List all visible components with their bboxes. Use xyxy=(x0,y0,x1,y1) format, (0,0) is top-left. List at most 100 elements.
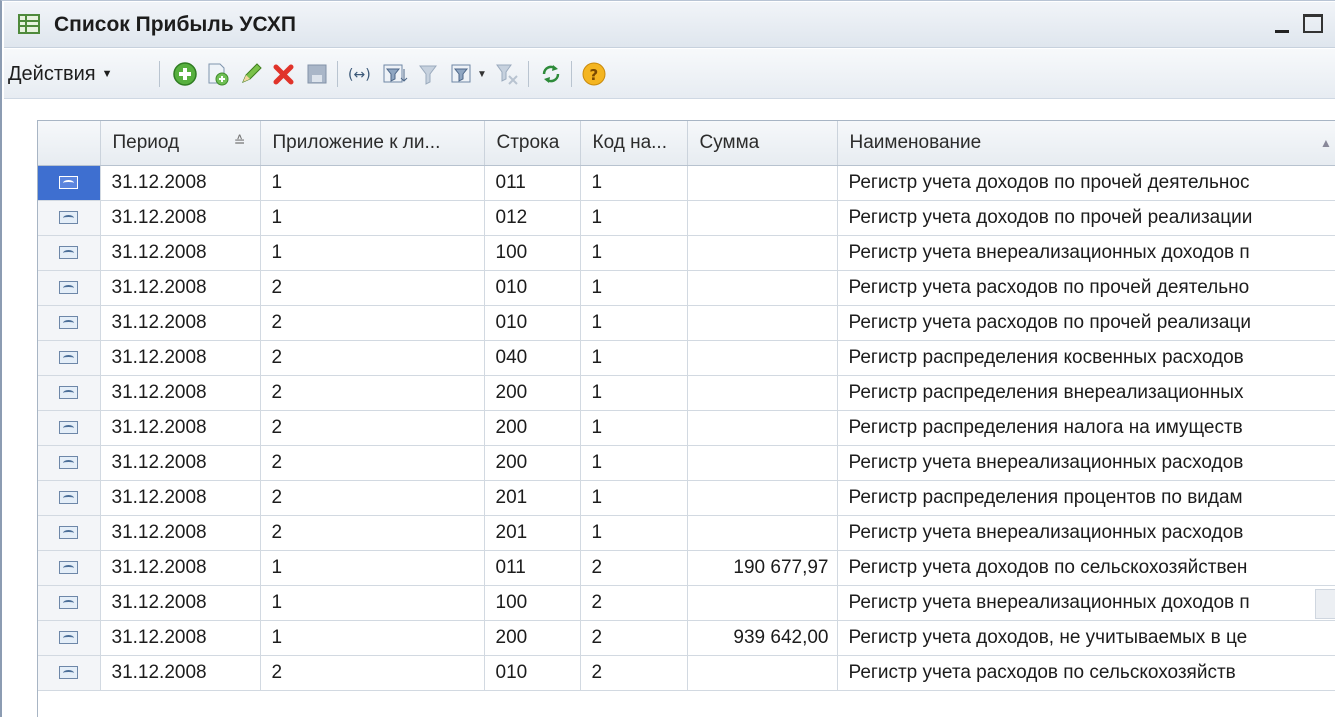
post-button[interactable] xyxy=(300,57,334,91)
cell-period[interactable]: 31.12.2008 xyxy=(100,375,261,411)
column-header-marker[interactable] xyxy=(38,121,101,166)
filter-history-button[interactable]: ▼ xyxy=(446,57,490,91)
refresh-button[interactable] xyxy=(534,57,568,91)
cell-code[interactable]: 1 xyxy=(580,340,688,376)
table-row[interactable]: 31.12.2008 2 010 1 Регистр учета расходов по… xyxy=(38,305,1335,341)
cell-code[interactable]: 1 xyxy=(580,375,688,411)
cell-line[interactable]: 201 xyxy=(484,480,581,516)
cell-period[interactable]: 31.12.2008 xyxy=(100,515,261,551)
column-header-line[interactable]: Строка xyxy=(484,121,581,166)
cell-sum[interactable]: 190 677,97 xyxy=(687,550,838,586)
cell-name[interactable]: Регистр учета доходов по сельскохозяйств… xyxy=(837,550,1335,586)
cell-sum[interactable] xyxy=(687,200,838,236)
cell-line[interactable]: 100 xyxy=(484,235,581,271)
row-marker[interactable] xyxy=(38,655,101,691)
delete-button[interactable] xyxy=(267,57,301,91)
column-header-sum[interactable]: Сумма xyxy=(687,121,838,166)
row-marker[interactable] xyxy=(38,340,101,376)
cell-period[interactable]: 31.12.2008 xyxy=(100,200,261,236)
cell-appendix[interactable]: 2 xyxy=(260,375,485,411)
cell-code[interactable]: 2 xyxy=(580,585,688,621)
cell-line[interactable]: 200 xyxy=(484,375,581,411)
cell-period[interactable]: 31.12.2008 xyxy=(100,655,261,691)
cell-line[interactable]: 200 xyxy=(484,620,581,656)
row-marker[interactable] xyxy=(38,585,101,621)
table-row[interactable]: 31.12.2008 2 201 1 Регистр распределения про… xyxy=(38,480,1335,516)
cell-period[interactable]: 31.12.2008 xyxy=(100,480,261,516)
minimize-button[interactable] xyxy=(1275,30,1289,33)
cell-name[interactable]: Регистр учета доходов по прочей реализац… xyxy=(837,200,1335,236)
column-header-name[interactable]: Наименование xyxy=(837,121,1335,166)
cell-name[interactable]: Регистр учета внереализационных расходов xyxy=(837,515,1335,551)
filter-settings-button[interactable] xyxy=(378,57,412,91)
cell-appendix[interactable]: 1 xyxy=(260,200,485,236)
cell-sum[interactable] xyxy=(687,410,838,446)
cell-name[interactable]: Регистр учета расходов по прочей деятель… xyxy=(837,270,1335,306)
cell-name[interactable]: Регистр распределения косвенных расходов xyxy=(837,340,1335,376)
cell-sum[interactable] xyxy=(687,445,838,481)
cell-name[interactable]: Регистр учета внереализационных расходов xyxy=(837,445,1335,481)
cell-line[interactable]: 010 xyxy=(484,305,581,341)
cell-line[interactable]: 100 xyxy=(484,585,581,621)
cell-appendix[interactable]: 2 xyxy=(260,515,485,551)
cell-period[interactable]: 31.12.2008 xyxy=(100,340,261,376)
table-row[interactable]: 31.12.2008 1 100 1 Регистр учета внереализац… xyxy=(38,235,1335,271)
cell-period[interactable]: 31.12.2008 xyxy=(100,585,261,621)
row-marker[interactable] xyxy=(38,235,101,271)
cell-name[interactable]: Регистр распределения процентов по видам xyxy=(837,480,1335,516)
row-marker[interactable] xyxy=(38,270,101,306)
cell-appendix[interactable]: 2 xyxy=(260,340,485,376)
table-row[interactable]: 31.12.2008 2 200 1 Регистр распределения вне… xyxy=(38,375,1335,411)
column-header-period[interactable]: Период ≙ xyxy=(100,121,261,166)
cell-name[interactable]: Регистр распределения внереализационных xyxy=(837,375,1335,411)
cell-name[interactable]: Регистр распределения налога на имуществ xyxy=(837,410,1335,446)
cell-sum[interactable] xyxy=(687,235,838,271)
cell-period[interactable]: 31.12.2008 xyxy=(100,270,261,306)
row-marker[interactable] xyxy=(38,550,101,586)
cell-sum[interactable] xyxy=(687,515,838,551)
table-row[interactable]: 31.12.2008 1 011 1 Регистр учета доходов по … xyxy=(38,165,1335,201)
column-header-code[interactable]: Код на... xyxy=(580,121,688,166)
row-marker[interactable] xyxy=(38,200,101,236)
cell-line[interactable]: 011 xyxy=(484,165,581,201)
cell-appendix[interactable]: 2 xyxy=(260,305,485,341)
cell-code[interactable]: 2 xyxy=(580,620,688,656)
cell-code[interactable]: 2 xyxy=(580,550,688,586)
cell-code[interactable]: 1 xyxy=(580,235,688,271)
cell-line[interactable]: 010 xyxy=(484,270,581,306)
row-marker[interactable] xyxy=(38,480,101,516)
cell-appendix[interactable]: 1 xyxy=(260,550,485,586)
cell-appendix[interactable]: 1 xyxy=(260,165,485,201)
edit-button[interactable] xyxy=(234,57,268,91)
actions-menu-button[interactable]: Действия ▼ xyxy=(8,57,113,91)
cell-line[interactable]: 040 xyxy=(484,340,581,376)
cell-code[interactable]: 2 xyxy=(580,655,688,691)
row-marker[interactable] xyxy=(38,305,101,341)
cell-code[interactable]: 1 xyxy=(580,515,688,551)
table-row[interactable]: 31.12.2008 2 040 1 Регистр распределения кос… xyxy=(38,340,1335,376)
cell-name[interactable]: Регистр учета доходов, не учитываемых в … xyxy=(837,620,1335,656)
cell-period[interactable]: 31.12.2008 xyxy=(100,305,261,341)
cell-period[interactable]: 31.12.2008 xyxy=(100,620,261,656)
cell-line[interactable]: 200 xyxy=(484,445,581,481)
table-row[interactable]: 31.12.2008 1 200 2 939 642,00 Регистр учета д… xyxy=(38,620,1335,656)
table-row[interactable]: 31.12.2008 2 010 1 Регистр учета расходов по… xyxy=(38,270,1335,306)
cell-name[interactable]: Регистр учета внереализационных доходов … xyxy=(837,585,1335,621)
cell-sum[interactable] xyxy=(687,585,838,621)
cell-code[interactable]: 1 xyxy=(580,305,688,341)
cell-appendix[interactable]: 1 xyxy=(260,585,485,621)
table-row[interactable]: 31.12.2008 1 012 1 Регистр учета доходов по … xyxy=(38,200,1335,236)
maximize-button[interactable] xyxy=(1303,14,1323,33)
scroll-up-button[interactable]: ▲ xyxy=(1315,121,1335,165)
cell-name[interactable]: Регистр учета расходов по прочей реализа… xyxy=(837,305,1335,341)
cell-sum[interactable] xyxy=(687,165,838,201)
cell-appendix[interactable]: 1 xyxy=(260,620,485,656)
filter-by-value-button[interactable] xyxy=(412,57,446,91)
column-header-appendix[interactable]: Приложение к ли... xyxy=(260,121,485,166)
row-marker[interactable] xyxy=(38,445,101,481)
cell-appendix[interactable]: 1 xyxy=(260,235,485,271)
filter-clear-button[interactable] xyxy=(490,57,524,91)
table-row[interactable]: 31.12.2008 1 100 2 Регистр учета внереализац… xyxy=(38,585,1335,621)
cell-line[interactable]: 201 xyxy=(484,515,581,551)
cell-line[interactable]: 012 xyxy=(484,200,581,236)
